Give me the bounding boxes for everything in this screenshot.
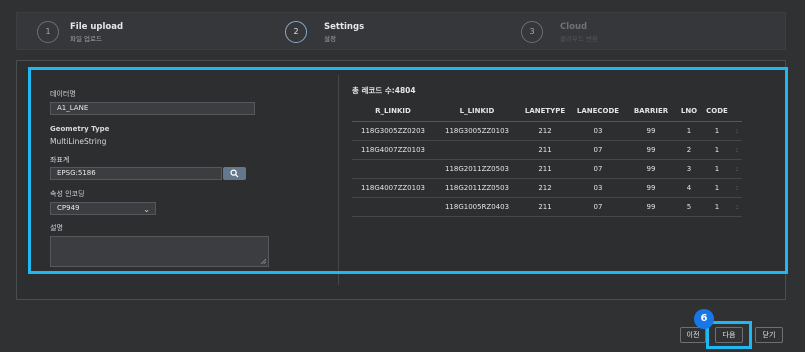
table-cell: 99 (626, 140, 676, 160)
table-row: 118G1005RZ0403 211 07 99 5 1: (352, 197, 742, 217)
column-header: L_LINKID (434, 101, 520, 122)
step-subtitle: 파일 업로드 (70, 35, 102, 43)
close-button[interactable]: 닫기 (755, 327, 783, 343)
table-cell: 4 (676, 178, 702, 198)
table-cell: 3 (676, 159, 702, 179)
encoding-label: 속성 인코딩 (50, 190, 85, 198)
step-title: Settings (324, 22, 365, 32)
step-subtitle: 클라우드 변환 (560, 35, 598, 43)
table-cell: 1 (702, 178, 732, 198)
column-header (732, 101, 742, 122)
table-cell (352, 197, 434, 217)
column-header: LNO (676, 101, 702, 122)
row-menu-icon[interactable]: : (732, 197, 742, 217)
record-count: 총 레코드 수:4804 (352, 86, 416, 95)
table-cell: 03 (570, 121, 626, 141)
chevron-down-icon: ⌄ (143, 205, 150, 214)
table-cell: 1 (702, 121, 732, 141)
encoding-select[interactable]: CP949 ⌄ (50, 202, 156, 215)
step-title: File upload (70, 22, 124, 32)
table-cell: 1 (676, 121, 702, 141)
prev-button[interactable]: 이전 (680, 327, 706, 343)
table-cell: 07 (570, 197, 626, 217)
column-header: LANECODE (570, 101, 626, 122)
step-subtitle: 설정 (324, 35, 336, 43)
description-textarea[interactable] (50, 236, 269, 267)
table-cell: 118G1005RZ0403 (434, 197, 520, 217)
encoding-value: CP949 (57, 204, 80, 212)
resize-grip-icon[interactable] (260, 258, 266, 264)
table-cell: 07 (570, 140, 626, 160)
table-header-row: R_LINKID L_LINKID LANETYPE LANECODE BARR… (352, 101, 742, 122)
upload-stepper: 1 File upload 파일 업로드 2 Settings 설정 3 Clo… (16, 12, 786, 50)
attribute-table: R_LINKID L_LINKID LANETYPE LANECODE BARR… (352, 101, 742, 217)
crs-input[interactable]: EPSG:5186 (50, 167, 222, 180)
geometry-type-label: Geometry Type (50, 125, 110, 133)
step-title: Cloud (560, 22, 588, 32)
table-cell: 99 (626, 178, 676, 198)
table-cell: 118G4007ZZ0103 (352, 140, 434, 160)
next-button[interactable]: 다음 (715, 327, 743, 343)
table-cell: 118G3005ZZ0203 (352, 121, 434, 141)
table-row: 118G4007ZZ0103 211 07 99 2 1: (352, 140, 742, 160)
table-cell: 99 (626, 121, 676, 141)
column-header: CODE (702, 101, 732, 122)
step-number: 3 (521, 21, 543, 43)
table-row: 118G4007ZZ0103 118G2011ZZ0503 212 03 99 4 1: (352, 178, 742, 198)
table-cell: 212 (520, 178, 570, 198)
table-cell (434, 140, 520, 160)
table-cell: 99 (626, 159, 676, 179)
column-header: LANETYPE (520, 101, 570, 122)
row-menu-icon[interactable]: : (732, 159, 742, 179)
table-cell (352, 159, 434, 179)
table-cell: 211 (520, 159, 570, 179)
column-header: R_LINKID (352, 101, 434, 122)
table-cell: 03 (570, 178, 626, 198)
table-cell: 07 (570, 159, 626, 179)
table-cell: 118G4007ZZ0103 (352, 178, 434, 198)
step-badge: 6 (694, 309, 714, 329)
table-cell: 5 (676, 197, 702, 217)
panel-divider (338, 75, 339, 285)
table-cell: 1 (702, 197, 732, 217)
table-cell: 99 (626, 197, 676, 217)
table-cell: 212 (520, 121, 570, 141)
step-number: 2 (285, 21, 307, 43)
row-menu-icon[interactable]: : (732, 121, 742, 141)
description-label: 설명 (50, 224, 63, 232)
table-cell: 1 (702, 159, 732, 179)
table-cell: 118G3005ZZ0103 (434, 121, 520, 141)
geometry-type-value: MultiLineString (50, 137, 107, 146)
row-menu-icon[interactable]: : (732, 140, 742, 160)
table-row: 118G3005ZZ0203 118G3005ZZ0103 212 03 99 1 1: (352, 121, 742, 141)
table-row: 118G2011ZZ0503 211 07 99 3 1: (352, 159, 742, 179)
search-icon (230, 169, 239, 178)
data-name-label: 데이터명 (50, 90, 76, 98)
table-cell: 211 (520, 140, 570, 160)
table-cell: 118G2011ZZ0503 (434, 178, 520, 198)
data-name-input[interactable]: A1_LANE (50, 102, 255, 115)
table-cell: 1 (702, 140, 732, 160)
row-menu-icon[interactable]: : (732, 178, 742, 198)
table-cell: 211 (520, 197, 570, 217)
crs-label: 좌표계 (50, 156, 70, 164)
step-number: 1 (37, 21, 59, 43)
table-cell: 2 (676, 140, 702, 160)
column-header: BARRIER (626, 101, 676, 122)
crs-search-button[interactable] (223, 167, 246, 180)
table-cell: 118G2011ZZ0503 (434, 159, 520, 179)
